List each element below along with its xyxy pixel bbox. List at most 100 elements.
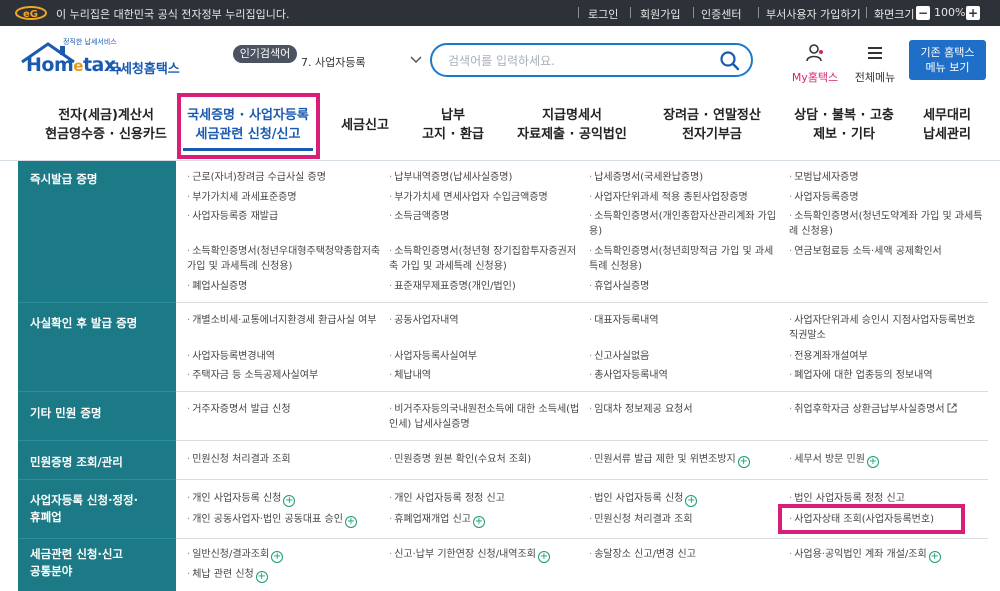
menu-link[interactable]: 민원서류 발급 제한 및 위변조방지+ xyxy=(589,452,789,468)
chevron-down-icon[interactable] xyxy=(409,52,423,66)
menu-link[interactable]: 사업자단위과세 적용 종된사업장증명 xyxy=(589,190,784,205)
mytax-button[interactable]: My홈택스 xyxy=(787,43,843,85)
menu-link[interactable]: 근로(자녀)장려금 수급사실 증명 xyxy=(187,170,382,185)
menu-link[interactable]: 휴폐업재개업 신고+ xyxy=(389,512,584,528)
search-input[interactable] xyxy=(448,52,708,70)
menu-link[interactable]: 납세증명서(국세완납증명) xyxy=(589,170,784,185)
logo-name-part1: Hom xyxy=(26,54,74,76)
nav-consulting[interactable]: 상담 · 불복 · 고충 제보 · 기타 xyxy=(785,106,903,144)
menu-link[interactable]: 민원신청 처리결과 조회 xyxy=(589,512,784,527)
popular-search-item[interactable]: 7. 사업자등록 xyxy=(301,54,366,70)
menu-link[interactable]: 세무서 방문 민원+ xyxy=(789,452,984,468)
menu-link[interactable]: 사업자등록증명 xyxy=(789,190,984,205)
nav-tax-agent[interactable]: 세무대리 납세관리 xyxy=(912,106,982,144)
category-business-registration[interactable]: 사업자등록 신청·정정· 휴폐업 xyxy=(30,492,138,526)
highlight-box-nav xyxy=(177,93,320,159)
zoom-out-button[interactable]: − xyxy=(916,6,930,20)
menu-link[interactable]: 사업자등록증 재발급 xyxy=(187,209,382,224)
menu-link[interactable]: 개별소비세·교통에너지환경세 환급사실 여부 xyxy=(187,313,382,328)
menu-link[interactable]: 체납내역 xyxy=(389,368,584,383)
category-divider xyxy=(18,479,176,480)
menu-link[interactable]: 소득확인증명서(청년희망적금 가입 및 과세특례 신청용) xyxy=(589,244,781,274)
menu-link[interactable]: 휴업사실증명 xyxy=(589,279,784,294)
divider xyxy=(578,7,579,18)
menu-link[interactable]: 전용계좌개설여부 xyxy=(789,349,984,364)
menu-link[interactable]: 신고사실없음 xyxy=(589,349,784,364)
menu-link[interactable]: 개인 사업자등록 신청+ xyxy=(187,491,382,507)
menu-link[interactable]: 취업후학자금 상환금납부사실증명서 xyxy=(789,402,989,417)
menu-link[interactable]: 주택자금 등 소득공제사실여부 xyxy=(187,368,382,383)
menu-link[interactable]: 사업자등록변경내역 xyxy=(187,349,382,364)
menu-link[interactable]: 개인 공동사업자·법인 공동대표 승인+ xyxy=(187,512,387,528)
external-link-icon xyxy=(947,403,957,413)
nav-payment-statement[interactable]: 지급명세서 자료제출 · 공익법인 xyxy=(510,106,634,144)
menu-link[interactable]: 민원신청 처리결과 조회 xyxy=(187,452,382,467)
plus-circle-icon: + xyxy=(685,495,698,507)
menu-link[interactable]: 일반신청/결과조회+ xyxy=(187,547,382,563)
menu-link[interactable]: 민원증명 원본 확인(수요처 조회) xyxy=(389,452,584,467)
cert-center-link[interactable]: 인증센터 xyxy=(701,6,741,22)
menu-link[interactable]: 연금보험료등 소득·세액 공제확인서 xyxy=(789,244,984,259)
search-icon[interactable] xyxy=(719,50,741,72)
category-cert-lookup[interactable]: 민원증명 조회/관리 xyxy=(30,454,123,471)
category-common-applications[interactable]: 세금관련 신청·신고 공통분야 xyxy=(30,546,123,580)
gov-banner: eG 이 누리집은 대한민국 공식 전자정부 누리집입니다. 로그인 회원가입 … xyxy=(0,0,1000,26)
highlight-box-status-lookup xyxy=(778,504,965,534)
category-instant-certificate[interactable]: 즉시발급 증명 xyxy=(30,171,97,188)
login-link[interactable]: 로그인 xyxy=(588,6,618,22)
category-fact-check-certificate[interactable]: 사실확인 후 발급 증명 xyxy=(30,315,137,332)
menu-link[interactable]: 부가가치세 면세사업자 수입금액증명 xyxy=(389,190,584,205)
category-other-certificate[interactable]: 기타 민원 증명 xyxy=(30,405,102,422)
menu-link-label: 개인 사업자등록 신청 xyxy=(192,493,282,504)
nav-line: 장려금 · 연말정산 xyxy=(663,108,761,123)
menu-link[interactable]: 폐업자에 대한 업종등의 정보내역 xyxy=(789,368,984,383)
menu-link[interactable]: 개인 사업자등록 정정 신고 xyxy=(389,491,584,506)
nav-e-invoice[interactable]: 전자(세금)계산서 현금영수증 · 신용카드 xyxy=(36,106,176,144)
menu-link[interactable]: 모범납세자증명 xyxy=(789,170,984,185)
menu-link-label: 법인 사업자등록 신청 xyxy=(594,493,684,504)
menu-link[interactable]: 법인 사업자등록 신청+ xyxy=(589,491,784,507)
classic-menu-button[interactable]: 기존 홈택스 메뉴 보기 xyxy=(909,40,986,80)
category-divider xyxy=(18,302,176,303)
menu-link[interactable]: 소득확인증명서(개인종합자산관리계좌 가입용) xyxy=(589,209,781,239)
menu-link[interactable]: 표준재무제표증명(개인/법인) xyxy=(389,279,584,294)
menu-link[interactable]: 거주자증명서 발급 신청 xyxy=(187,402,382,417)
gov-emblem-icon: eG xyxy=(15,6,47,20)
menu-link-label: 체납 관련 신청 xyxy=(192,569,254,580)
plus-circle-icon: + xyxy=(472,516,485,528)
nav-line: 납부 xyxy=(441,108,465,123)
nav-tax-return[interactable]: 세금신고 xyxy=(328,116,402,135)
dept-user-signup-link[interactable]: 부서사용자 가입하기 xyxy=(766,6,861,22)
menu-link[interactable]: 비거주자등의국내원천소득에 대한 소득세(법인세) 납세사실증명 xyxy=(389,402,584,432)
all-menu-button[interactable]: 전체메뉴 xyxy=(848,43,902,85)
menu-link[interactable]: 신고·납부 기한연장 신청/내역조회+ xyxy=(389,547,584,563)
menu-link[interactable]: 부가가치세 과세표준증명 xyxy=(187,190,382,205)
menu-link[interactable]: 사업용·공익법인 계좌 개설/조회+ xyxy=(789,547,989,563)
svg-text:eG: eG xyxy=(23,9,38,20)
category-line: 공통분야 xyxy=(30,564,73,578)
plus-circle-icon: + xyxy=(344,516,357,528)
menu-link[interactable]: 소득확인증명서(청년형 장기집합투자증권저축 가입 및 과세특례 신청용) xyxy=(389,244,581,274)
menu-link[interactable]: 체납 관련 신청+ xyxy=(187,567,382,583)
menu-link[interactable]: 대표자등록내역 xyxy=(589,313,784,328)
zoom-in-button[interactable]: + xyxy=(966,6,980,20)
menu-link[interactable]: 납부내역증명(납세사실증명) xyxy=(389,170,584,185)
signup-link[interactable]: 회원가입 xyxy=(640,6,680,22)
nav-line: 상담 · 불복 · 고충 xyxy=(794,108,894,123)
menu-link[interactable]: 송달장소 신고/변경 신고 xyxy=(589,547,784,562)
nav-payment[interactable]: 납부 고지 · 환급 xyxy=(411,106,495,144)
menu-link[interactable]: 임대차 정보제공 요청서 xyxy=(589,402,784,417)
menu-link[interactable]: 사업자등록사실여부 xyxy=(389,349,584,364)
nav-incentives[interactable]: 장려금 · 연말정산 전자기부금 xyxy=(650,106,774,144)
menu-link-label: 사업용·공익법인 계좌 개설/조회 xyxy=(794,549,927,560)
menu-link[interactable]: 공동사업자내역 xyxy=(389,313,584,328)
plus-circle-icon: + xyxy=(737,456,750,468)
menu-link[interactable]: 폐업사실증명 xyxy=(187,279,382,294)
menu-link[interactable]: 소득확인증명서(청년도약계좌 가입 및 과세특례 신청용) xyxy=(789,209,984,239)
menu-link[interactable]: 사업자단위과세 승인시 지점사업자등록번호 직권말소 xyxy=(789,313,984,343)
mytax-label: My홈택스 xyxy=(791,71,839,84)
row-divider xyxy=(176,391,988,392)
menu-link[interactable]: 소득확인증명서(청년우대형주택청약종합저축 가입 및 과세특례 신청용) xyxy=(187,244,382,274)
menu-link[interactable]: 소득금액증명 xyxy=(389,209,584,224)
menu-link[interactable]: 총사업자등록내역 xyxy=(589,368,784,383)
